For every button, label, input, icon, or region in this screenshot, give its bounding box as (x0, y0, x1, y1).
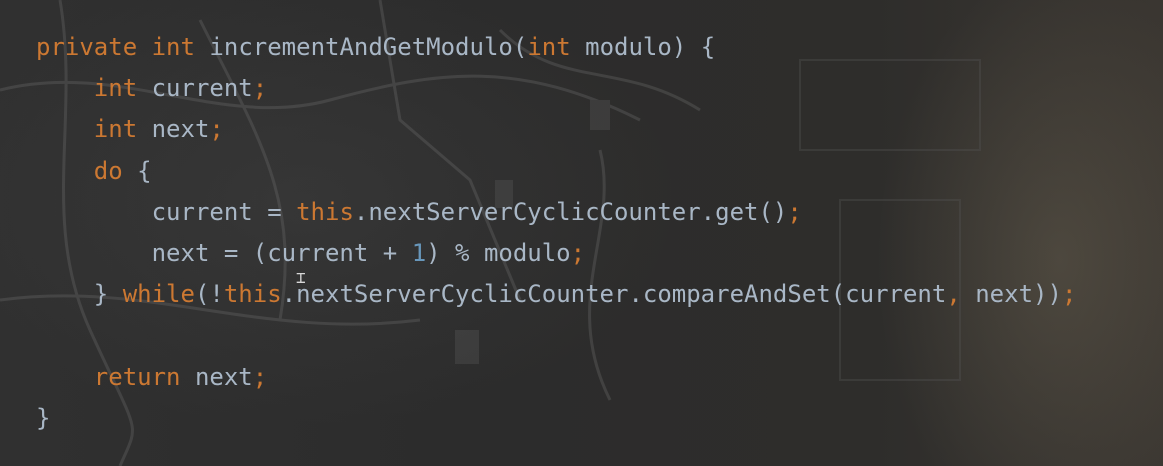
code-line[interactable]: return next; (36, 357, 1076, 398)
text-cursor-icon: ⌶ (296, 268, 306, 287)
keyword-token: return (93, 362, 181, 391)
code-token: incrementAndGetModulo( (194, 33, 528, 61)
code-token: next (180, 362, 253, 391)
code-token: next (137, 115, 210, 144)
code-token: .nextServerCyclicCounter.compareAndSet(c… (281, 280, 947, 309)
keyword-token: int (93, 74, 138, 103)
keyword-token: ; (1061, 280, 1077, 309)
keyword-token: int (151, 33, 195, 61)
code-token: current (137, 74, 253, 103)
code-token: } (36, 403, 51, 432)
code-line[interactable]: next = (current + 1) % modulo; (36, 233, 1076, 274)
code-line[interactable]: do { (36, 151, 1076, 192)
keyword-token: ; (787, 197, 802, 226)
code-line[interactable]: int next; (36, 109, 1076, 150)
keyword-token: ; (252, 362, 268, 391)
keyword-token: this (296, 197, 354, 226)
keyword-token: ; (209, 115, 224, 144)
number-token: 1 (411, 238, 427, 267)
keyword-token: ; (252, 74, 268, 103)
code-line[interactable]: } while(!this.nextServerCyclicCounter.co… (36, 274, 1077, 315)
code-line[interactable] (36, 315, 1076, 356)
code-token: } (36, 280, 123, 309)
keyword-token: this (223, 280, 282, 309)
code-token: current = (36, 197, 297, 226)
code-token: (! (194, 280, 224, 309)
keyword-token: , (946, 280, 961, 309)
code-token: modulo) { (570, 33, 716, 61)
code-token: next = (current + (36, 238, 412, 267)
code-token: ) % modulo (426, 238, 571, 267)
code-token: { (122, 156, 152, 185)
code-token: next)) (960, 280, 1062, 309)
keyword-token: private (36, 33, 138, 61)
code-token: .nextServerCyclicCounter.get() (353, 197, 788, 226)
keyword-token: ; (570, 238, 586, 267)
keyword-token: int (527, 33, 571, 61)
keyword-token: int (93, 115, 138, 144)
code-line[interactable]: current = this.nextServerCyclicCounter.g… (36, 192, 1076, 233)
code-line[interactable]: private int incrementAndGetModulo(int mo… (36, 27, 1076, 68)
keyword-token: while (122, 280, 195, 309)
code-line[interactable]: int current; (36, 68, 1076, 109)
code-block[interactable]: private int incrementAndGetModulo(int mo… (36, 27, 1076, 439)
code-line[interactable]: } (36, 398, 1076, 439)
code-editor[interactable]: private int incrementAndGetModulo(int mo… (0, 0, 1163, 466)
keyword-token: do (93, 156, 123, 185)
